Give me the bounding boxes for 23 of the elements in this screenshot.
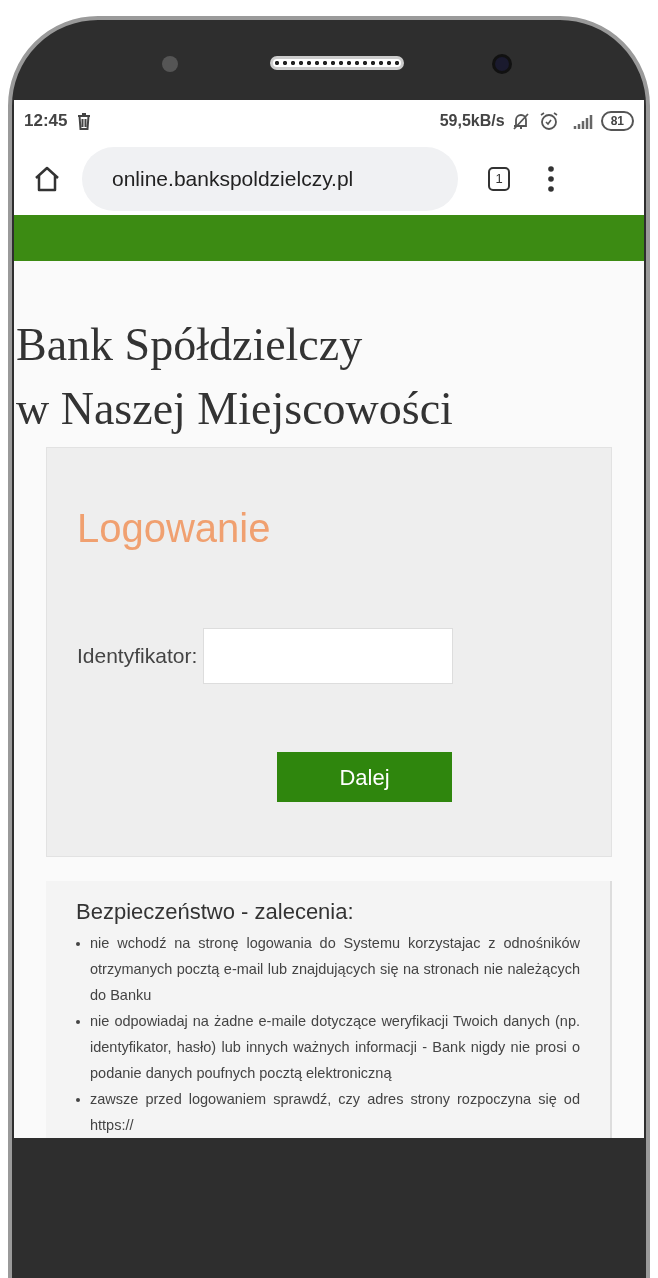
trash-icon [77,112,92,130]
sensor-icon [162,56,178,72]
camera-icon [492,54,512,74]
network-speed: 59,5kB/s [439,111,505,132]
field-label: Identyfikator: [77,643,198,670]
identifier-input[interactable] [203,628,454,684]
speaker-grille-icon [270,56,404,70]
menu-icon[interactable] [548,165,554,192]
battery-level: 81 [600,111,634,132]
login-title: Logowanie [77,505,272,552]
bullet-icon [76,1098,80,1102]
recommendation-text: zawsze przed logowaniem sprawdź, czy adres strony rozpoczyna się od https:// [90,1090,580,1135]
security-title: Bezpieczeństwo - zalecenia: [76,898,355,926]
alarm-clock-icon [538,111,559,132]
bullet-icon [76,942,80,946]
bell-off-icon [510,112,531,131]
bank-name-line: Bank Spółdzielczy [16,318,364,372]
status-time: 12:45 [24,110,68,133]
tab-count-button[interactable]: 1 [488,166,510,191]
url-field[interactable]: online.bankspoldzielczy.pl [82,146,458,211]
bullet-icon [76,1020,80,1024]
bank-name-line: w Naszej Miejscowości [16,382,454,436]
next-button[interactable]: Dalej [277,752,452,802]
